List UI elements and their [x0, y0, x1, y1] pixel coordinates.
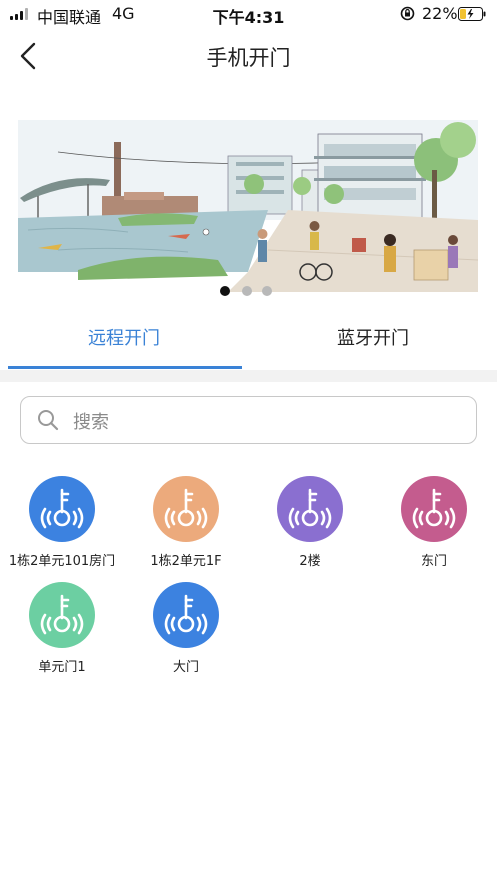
tab-bar: 远程开门 蓝牙开门 [0, 310, 497, 370]
door-label: 大门 [172, 660, 199, 675]
door-unlock-button[interactable] [29, 476, 95, 542]
key-icon [288, 488, 332, 529]
door-unlock-button[interactable] [29, 582, 95, 648]
page-dot-3[interactable] [262, 286, 272, 296]
battery-icon [458, 7, 486, 21]
key-icon [164, 488, 208, 529]
key-icon [40, 488, 84, 529]
door-item[interactable]: 1栋2单元1F [124, 476, 248, 569]
status-bar: 中国联通 4G 下午4:31 22% [0, 0, 497, 28]
door-unlock-button[interactable] [153, 476, 219, 542]
active-tab-indicator [8, 366, 242, 369]
door-item[interactable]: 大门 [124, 582, 248, 675]
page-dot-1[interactable] [220, 286, 230, 296]
door-item[interactable]: 单元门1 [0, 582, 124, 675]
door-item[interactable]: 1栋2单元101房门 [0, 476, 124, 569]
door-label: 东门 [420, 554, 447, 569]
door-label: 1栋2单元101房门 [8, 554, 116, 569]
key-icon [164, 594, 208, 635]
battery-percentage: 22% [422, 4, 458, 23]
banner-image[interactable] [18, 100, 478, 292]
page-title: 手机开门 [206, 46, 291, 70]
tab-remote-open[interactable]: 远程开门 [0, 310, 248, 366]
door-label: 单元门1 [38, 660, 86, 675]
search-input[interactable]: 搜索 [20, 396, 477, 444]
banner-page-indicator[interactable] [220, 286, 280, 298]
key-icon [412, 488, 456, 529]
search-icon [38, 410, 59, 431]
search-placeholder: 搜索 [73, 412, 109, 433]
key-icon [40, 594, 84, 635]
door-item[interactable]: 2楼 [248, 476, 372, 569]
door-unlock-button[interactable] [401, 476, 467, 542]
door-unlock-button[interactable] [153, 582, 219, 648]
door-item[interactable]: 东门 [372, 476, 496, 569]
orientation-lock-icon [400, 6, 415, 21]
door-label: 2楼 [299, 554, 321, 569]
section-divider [0, 370, 497, 382]
tab-bluetooth-open[interactable]: 蓝牙开门 [249, 310, 497, 366]
page-dot-2[interactable] [242, 286, 252, 296]
door-label: 1栋2单元1F [150, 554, 222, 569]
door-unlock-button[interactable] [277, 476, 343, 542]
